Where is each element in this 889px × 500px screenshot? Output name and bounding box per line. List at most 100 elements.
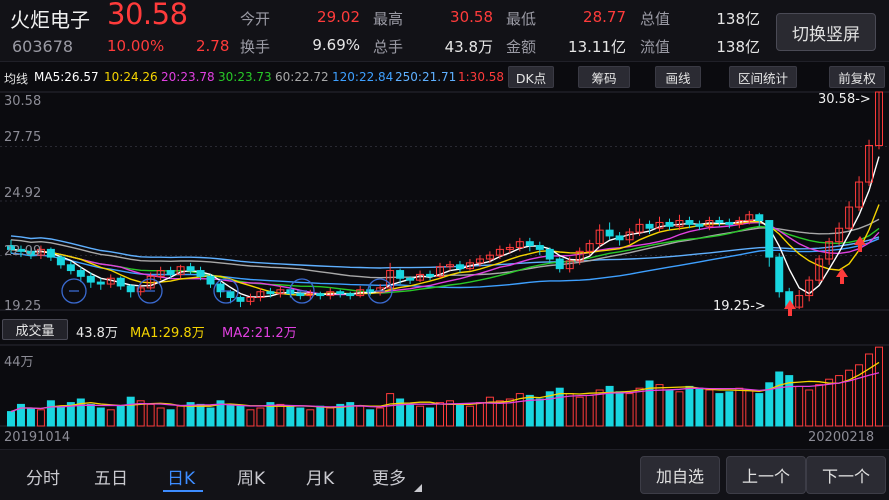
volume-bar <box>485 396 494 427</box>
volume-axis-top: 44万 <box>4 355 34 370</box>
tab-more[interactable]: 更多 <box>372 464 406 489</box>
volume-bar <box>46 400 55 427</box>
volume-bar <box>416 405 425 427</box>
candle <box>775 256 784 293</box>
volume-bar <box>585 394 594 427</box>
candle <box>525 241 534 247</box>
tab-monthly-k[interactable]: 月K <box>306 464 334 489</box>
volume-bar <box>575 396 584 427</box>
candle <box>665 221 674 227</box>
volume-bar <box>755 393 764 427</box>
bottom-bar: 分时 五日 日K 周K 月K 更多 加自选 上一个 下一个 <box>0 449 889 500</box>
candle <box>396 270 405 279</box>
candle <box>605 229 614 237</box>
start-date: 20191014 <box>4 430 71 445</box>
add-watchlist-button[interactable]: 加自选 <box>640 456 720 494</box>
volume-bar <box>625 393 634 427</box>
volume-bar <box>276 403 285 427</box>
mktcap-value: 138亿 <box>716 10 760 28</box>
candle <box>166 270 175 275</box>
candle <box>765 220 774 258</box>
price-axis-bottom: 19.25 <box>4 299 42 314</box>
candle <box>755 214 764 222</box>
ma20-value: 20:23.78 <box>161 70 215 84</box>
previous-stock-button[interactable]: 上一个 <box>726 456 806 494</box>
dk-point-button[interactable]: DK点 <box>508 66 554 88</box>
volume-bar <box>176 405 185 427</box>
volume-bar <box>116 405 125 427</box>
candle <box>406 277 415 281</box>
candle <box>226 291 235 298</box>
max-price-marker: 30.58-> <box>818 92 871 107</box>
next-stock-button[interactable]: 下一个 <box>806 456 886 494</box>
kline-chart[interactable] <box>0 88 889 318</box>
candle <box>715 220 724 223</box>
tab-five-day[interactable]: 五日 <box>94 464 128 489</box>
float-value: 138亿 <box>716 38 760 56</box>
volume-bar <box>745 389 754 427</box>
volume-bar <box>825 378 834 427</box>
volume-bar <box>675 391 684 427</box>
tab-weekly-k[interactable]: 周K <box>237 464 265 489</box>
volume-ma2: MA2:21.2万 <box>222 326 297 341</box>
amount-value: 13.11亿 <box>568 38 626 56</box>
candle <box>266 291 275 295</box>
candle <box>545 248 554 260</box>
candle <box>535 245 544 250</box>
ma120-line <box>10 238 880 289</box>
volume-ma2-line <box>10 372 880 413</box>
ma10-value: 10:24.26 <box>104 70 158 84</box>
volume-indicator-tab[interactable]: 成交量 <box>2 319 68 340</box>
volume-ma1: MA1:29.8万 <box>130 326 205 341</box>
open-label: 今开 <box>240 10 271 28</box>
more-dropdown-icon <box>414 484 422 492</box>
candle <box>196 270 205 277</box>
candle <box>186 266 195 272</box>
volume-bar <box>386 393 395 427</box>
volume-bar <box>126 396 135 427</box>
volume-bar <box>426 407 435 427</box>
ma120-value: 120:22.84 <box>332 70 394 84</box>
candle <box>645 223 654 229</box>
candle <box>206 275 215 285</box>
volume-bar <box>735 387 744 427</box>
candle <box>76 270 85 277</box>
volume-chart[interactable] <box>0 343 889 428</box>
volume-bar <box>805 389 814 427</box>
volume-bar <box>775 371 784 427</box>
turnover-label: 换手 <box>240 38 271 56</box>
low-value: 28.77 <box>583 8 626 26</box>
ma60-value: 60:22.72 <box>275 70 329 84</box>
volume-bar <box>316 405 325 427</box>
volume-bar <box>286 405 295 427</box>
volume-bar <box>865 353 874 427</box>
price-axis-mid3: 22.09 <box>4 244 42 259</box>
volume-bar <box>206 407 215 427</box>
float-label: 流值 <box>640 38 671 56</box>
volume-current: 43.8万 <box>76 326 118 341</box>
volume-bar <box>296 407 305 427</box>
price-axis-mid2: 24.92 <box>4 186 42 201</box>
chips-button[interactable]: 筹码 <box>578 66 630 88</box>
candle <box>336 291 345 295</box>
volume-bar <box>535 398 544 427</box>
turnover-value: 9.69% <box>312 36 360 54</box>
current-price: 30.58 <box>107 0 188 31</box>
draw-line-button[interactable]: 画线 <box>655 66 701 88</box>
candle <box>236 296 245 302</box>
active-tab-indicator <box>163 490 203 492</box>
tab-intraday[interactable]: 分时 <box>26 464 60 489</box>
change-amount: 2.78 <box>196 37 230 55</box>
adjust-button[interactable]: 前复权 <box>829 66 885 88</box>
price-axis-top: 30.58 <box>4 94 42 109</box>
volume-bar <box>326 407 335 427</box>
candle <box>66 264 75 272</box>
volume-bar <box>665 389 674 427</box>
volume-bar <box>96 407 105 427</box>
volume-bar <box>246 409 255 427</box>
volume-bar <box>146 403 155 427</box>
range-stats-button[interactable]: 区间统计 <box>729 66 797 88</box>
volume-bar <box>86 403 95 427</box>
tab-daily-k[interactable]: 日K <box>167 464 195 489</box>
switch-portrait-button[interactable]: 切换竖屏 <box>776 13 876 51</box>
